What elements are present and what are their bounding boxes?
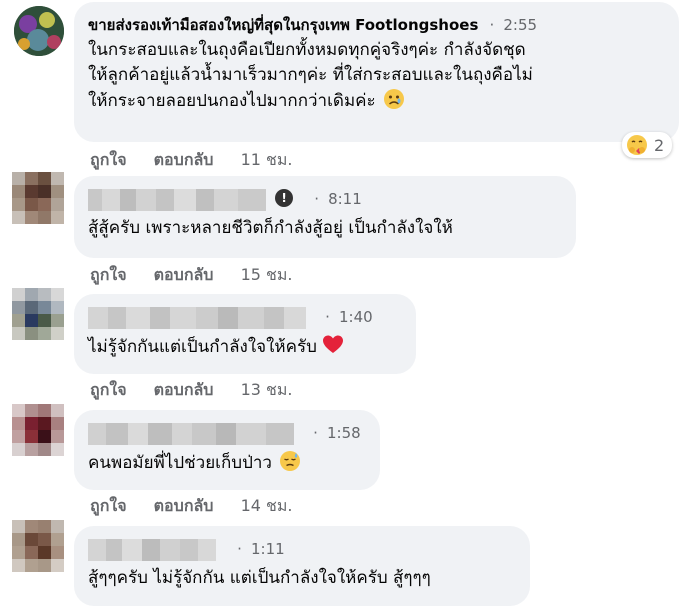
comment-line-1: ในกระสอบและในถุงคือเปียกทั้งหมดทุกคู่จริ… xyxy=(88,40,526,60)
comment-time[interactable]: 1:11 xyxy=(251,540,285,558)
separator-dot: · xyxy=(489,16,495,34)
comment-line-3: ให้กระจายลอยปนกองไปมากกว่าเดิมค่ะ xyxy=(88,88,665,114)
comment-actions: ถูกใจ ตอบกลับ 13 ชม. xyxy=(90,378,293,403)
comment-line-1: สู้ๆๆครับ ไม่รู้จักกัน แต่เป็นกำลังใจให้… xyxy=(88,568,431,588)
separator-dot: · xyxy=(325,308,330,326)
user-avatar[interactable] xyxy=(12,520,64,572)
comment-time[interactable]: 1:58 xyxy=(327,424,361,442)
info-icon[interactable]: ! xyxy=(275,189,294,207)
reaction-badge[interactable]: 2 xyxy=(622,132,673,158)
comment-line-2: ให้ลูกค้าอยู่แล้วน้ำมาเร็วมากๆค่ะ ที่ใส่… xyxy=(88,65,533,85)
separator-dot: · xyxy=(237,540,242,558)
blurred-author-name[interactable] xyxy=(88,422,294,445)
separator-dot: · xyxy=(314,190,319,208)
comment-actions: ถูกใจ ตอบกลับ 11 ชม. xyxy=(90,148,293,173)
comment-bubble: · 1:40 ไม่รู้จักกันแต่เป็นกำลังใจให้ครับ xyxy=(74,294,416,374)
sweat-face-emoji xyxy=(280,451,301,471)
comment-actions: ถูกใจ ตอบกลับ 15 ชม. xyxy=(90,263,293,288)
like-button[interactable]: ถูกใจ xyxy=(90,150,127,169)
comment-line-1: คนพอมัยพี่ไปช่วยเก็บป่าว xyxy=(88,450,366,476)
comment-bubble: ! · 8:11 สู้สู้ครับ เพราะหลายชีวิตก็กำลั… xyxy=(74,176,576,258)
comment-age[interactable]: 15 ชม. xyxy=(241,265,293,284)
like-button[interactable]: ถูกใจ xyxy=(90,265,127,284)
blurred-author-name[interactable] xyxy=(88,538,216,561)
comment-line-1: ไม่รู้จักกันแต่เป็นกำลังใจให้ครับ xyxy=(88,334,402,360)
comment-age[interactable]: 11 ชม. xyxy=(241,150,293,169)
comment-time[interactable]: 1:40 xyxy=(339,308,373,326)
comment-bubble: · 1:11 สู้ๆๆครับ ไม่รู้จักกัน แต่เป็นกำล… xyxy=(74,526,530,606)
reply-button[interactable]: ตอบกลับ xyxy=(154,265,214,284)
comment-age[interactable]: 14 ชม. xyxy=(241,496,293,515)
blurred-author-name[interactable] xyxy=(88,188,266,211)
user-avatar[interactable] xyxy=(12,288,64,340)
page-avatar[interactable] xyxy=(14,6,64,56)
comment-age[interactable]: 13 ชม. xyxy=(241,380,293,399)
comment-time[interactable]: 2:55 xyxy=(503,16,537,34)
reply-button[interactable]: ตอบกลับ xyxy=(154,496,214,515)
user-avatar[interactable] xyxy=(12,172,64,224)
comment-time[interactable]: 8:11 xyxy=(328,190,362,208)
separator-dot: · xyxy=(313,424,318,442)
comment-author[interactable]: ขายส่งรองเท้ามือสองใหญ่ที่สุดในกรุงเทพ F… xyxy=(88,16,478,34)
user-avatar[interactable] xyxy=(12,404,64,456)
comment-actions: ถูกใจ ตอบกลับ 14 ชม. xyxy=(90,494,293,519)
comment-bubble: · 1:58 คนพอมัยพี่ไปช่วยเก็บป่าว xyxy=(74,410,380,490)
blurred-author-name[interactable] xyxy=(88,306,306,329)
red-heart-emoji xyxy=(323,335,344,353)
comment-bubble: ขายส่งรองเท้ามือสองใหญ่ที่สุดในกรุงเทพ F… xyxy=(74,2,679,142)
reply-button[interactable]: ตอบกลับ xyxy=(154,150,214,169)
sad-face-emoji xyxy=(384,89,405,109)
like-button[interactable]: ถูกใจ xyxy=(90,496,127,515)
hug-emoji-icon xyxy=(627,135,647,155)
reaction-count: 2 xyxy=(654,135,665,155)
reply-button[interactable]: ตอบกลับ xyxy=(154,380,214,399)
comment-line-3-text: ให้กระจายลอยปนกองไปมากกว่าเดิมค่ะ xyxy=(88,91,376,111)
comment-line-1-text: คนพอมัยพี่ไปช่วยเก็บป่าว xyxy=(88,453,272,473)
like-button[interactable]: ถูกใจ xyxy=(90,380,127,399)
comment-line-1: สู้สู้ครับ เพราะหลายชีวิตก็กำลังสู้อยู่ … xyxy=(88,218,453,238)
comment-line-1-text: ไม่รู้จักกันแต่เป็นกำลังใจให้ครับ xyxy=(88,337,317,357)
